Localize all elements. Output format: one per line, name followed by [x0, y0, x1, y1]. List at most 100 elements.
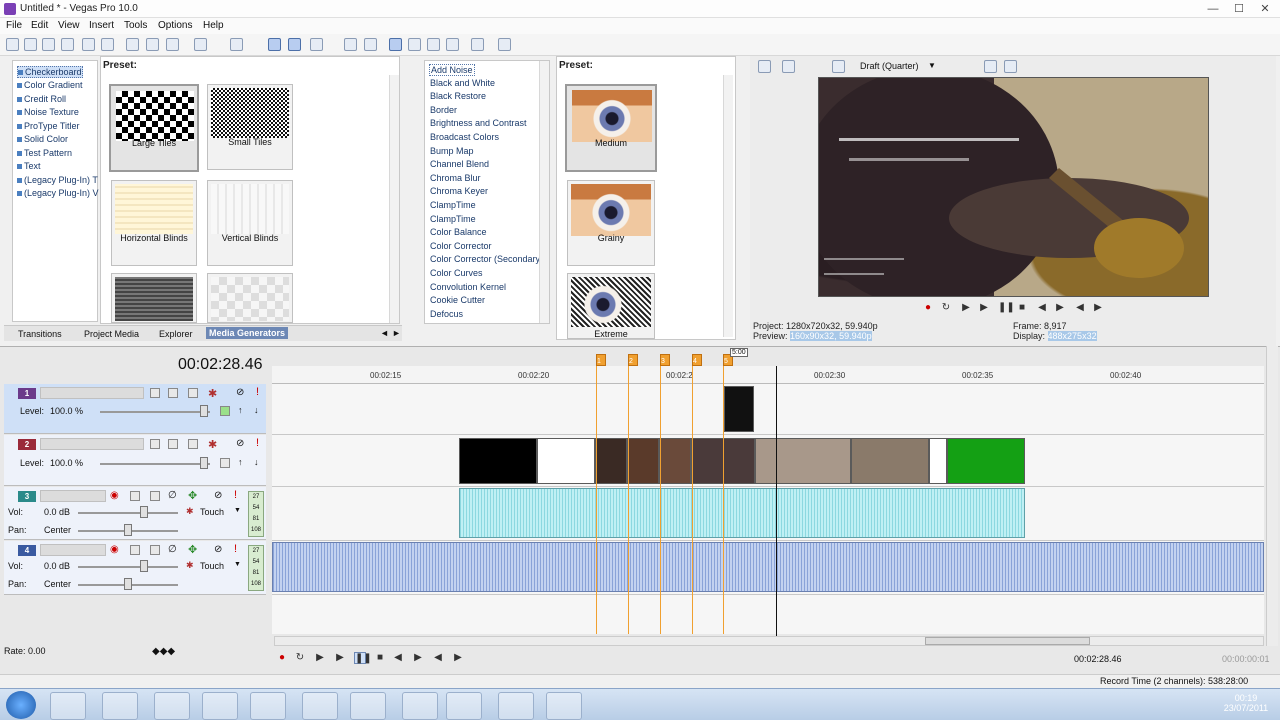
- tab-media-generators[interactable]: Media Generators: [206, 327, 289, 339]
- track-fx-icon[interactable]: [188, 388, 198, 398]
- track-header-3[interactable]: 3 ◉ ∅ ✥ ⊘ ! Vol: 0.0 dB ✱ Touch ▼ Pan: C…: [4, 487, 266, 540]
- tree-item[interactable]: (Legacy Plug-In) V: [17, 188, 99, 198]
- pan-slider-knob[interactable]: [124, 524, 132, 536]
- fx-item[interactable]: Cookie Cutter: [430, 295, 485, 305]
- preset-large-tiles[interactable]: Large Tiles: [109, 84, 199, 172]
- parent-icon[interactable]: ↑: [238, 405, 243, 415]
- level-slider[interactable]: [100, 411, 210, 413]
- fx-item[interactable]: Black Restore: [430, 91, 486, 101]
- playhead-cursor[interactable]: [776, 366, 777, 636]
- track-name-field[interactable]: [40, 438, 144, 450]
- fx-item[interactable]: ClampTime: [430, 214, 476, 224]
- preview-quality-dropdown[interactable]: Draft (Quarter): [860, 61, 919, 71]
- video-clip[interactable]: [459, 438, 537, 484]
- vol-slider[interactable]: [78, 512, 178, 514]
- timeline-marker[interactable]: 3: [660, 354, 670, 366]
- ignore-grouping-icon[interactable]: [364, 38, 377, 51]
- tree-item[interactable]: ProType Titler: [17, 121, 80, 131]
- fx-item[interactable]: Border: [430, 105, 457, 115]
- track-header-1[interactable]: 1 ✱ ⊘ ! Level: 100.0 % ↑ ↓: [4, 384, 266, 434]
- chevron-down-icon[interactable]: ▼: [928, 61, 936, 70]
- fx-item[interactable]: Add Noise: [429, 64, 475, 76]
- taskbar-skype-icon[interactable]: [350, 692, 386, 720]
- tree-item[interactable]: Checkerboard: [17, 66, 83, 78]
- gear-icon[interactable]: ✱: [208, 387, 217, 400]
- child-icon[interactable]: ↓: [254, 405, 259, 415]
- auto-crossfade-icon[interactable]: [288, 38, 301, 51]
- preset-horizontal-blinds[interactable]: Horizontal Blinds: [111, 180, 197, 266]
- copy-icon[interactable]: [146, 38, 159, 51]
- vol-slider-knob[interactable]: [140, 506, 148, 518]
- taskbar-ie-icon[interactable]: [154, 692, 190, 720]
- move-icon[interactable]: ✥: [188, 543, 197, 556]
- tree-item[interactable]: Credit Roll: [17, 94, 66, 104]
- loop-icon[interactable]: ↻: [294, 652, 306, 664]
- record-icon[interactable]: ●: [922, 302, 934, 314]
- tab-scroll-right-icon[interactable]: ►: [392, 328, 401, 338]
- compositing-mode-icon[interactable]: [220, 458, 230, 468]
- bypass-motion-blur-icon[interactable]: [150, 388, 160, 398]
- automation-gear-icon[interactable]: ✱: [186, 506, 194, 517]
- selection-tool-icon[interactable]: [427, 38, 440, 51]
- track-header-4[interactable]: 4 ◉ ∅ ✥ ⊘ ! Vol: 0.0 dB ✱ Touch ▼ Pan: C…: [4, 541, 266, 595]
- new-icon[interactable]: [6, 38, 19, 51]
- taskbar-vegas-icon[interactable]: [102, 692, 138, 720]
- normal-edit-tool-icon[interactable]: [389, 38, 402, 51]
- gear-icon[interactable]: ✱: [208, 438, 217, 451]
- fx-item[interactable]: Color Corrector: [430, 241, 492, 251]
- preset-small-tiles[interactable]: Small Tiles: [207, 84, 293, 170]
- tree-item[interactable]: Color Gradient: [17, 80, 83, 90]
- preset-medium[interactable]: Medium: [565, 84, 657, 172]
- save-icon[interactable]: [42, 38, 55, 51]
- preset-item[interactable]: [111, 273, 197, 323]
- track-fx-icon[interactable]: [130, 545, 140, 555]
- fx-item[interactable]: Convolution Kernel: [430, 282, 506, 292]
- timeline-marker[interactable]: 4: [692, 354, 702, 366]
- chevron-down-icon[interactable]: ▼: [234, 561, 241, 568]
- menu-insert[interactable]: Insert: [89, 20, 114, 31]
- maximize-button[interactable]: ☐: [1226, 0, 1252, 18]
- pause-icon[interactable]: ❚❚: [998, 302, 1015, 314]
- go-to-end-icon[interactable]: ▶: [412, 652, 424, 664]
- level-slider-knob[interactable]: [200, 405, 208, 417]
- fx-item[interactable]: Chroma Blur: [430, 173, 481, 183]
- preset-grainy[interactable]: Grainy: [567, 180, 655, 266]
- fx-item[interactable]: Color Balance: [430, 227, 487, 237]
- chevron-down-icon[interactable]: ▼: [234, 507, 241, 514]
- next-frame-icon[interactable]: ▶: [452, 652, 464, 664]
- taskbar-media-player-icon[interactable]: [50, 692, 86, 720]
- save-snapshot-icon[interactable]: [1004, 60, 1017, 73]
- video-clip[interactable]: [724, 386, 754, 432]
- menu-options[interactable]: Options: [158, 20, 192, 31]
- fx-item[interactable]: Chroma Keyer: [430, 186, 488, 196]
- previous-frame-icon[interactable]: ◀: [432, 652, 444, 664]
- open-icon[interactable]: [24, 38, 37, 51]
- play-icon[interactable]: ▶: [978, 302, 990, 314]
- previous-frame-icon[interactable]: ◀: [1074, 302, 1086, 314]
- video-clip[interactable]: [755, 438, 851, 484]
- menu-help[interactable]: Help: [203, 20, 224, 31]
- track-name-field[interactable]: [40, 544, 106, 556]
- video-clip[interactable]: [929, 438, 947, 484]
- play-from-start-icon[interactable]: ▶: [314, 652, 326, 664]
- automation-icon[interactable]: [150, 545, 160, 555]
- tab-explorer[interactable]: Explorer: [159, 329, 193, 339]
- online-help-icon[interactable]: [471, 38, 484, 51]
- mute-icon[interactable]: ⊘: [214, 490, 222, 501]
- properties-icon[interactable]: [101, 38, 114, 51]
- tree-item[interactable]: Test Pattern: [17, 148, 72, 158]
- render-icon[interactable]: [82, 38, 95, 51]
- move-icon[interactable]: ✥: [188, 489, 197, 502]
- vol-slider[interactable]: [78, 566, 178, 568]
- envelope-tool-icon[interactable]: [408, 38, 421, 51]
- vol-slider-knob[interactable]: [140, 560, 148, 572]
- minimize-button[interactable]: —: [1200, 0, 1226, 18]
- taskbar-app-icon[interactable]: [250, 692, 286, 720]
- h-scroll-thumb[interactable]: [925, 637, 1090, 645]
- menu-edit[interactable]: Edit: [31, 20, 48, 31]
- invert-phase-icon[interactable]: ∅: [168, 544, 177, 555]
- external-monitor-icon[interactable]: [782, 60, 795, 73]
- stop-icon[interactable]: ■: [1016, 302, 1028, 314]
- child-icon[interactable]: ↓: [254, 457, 259, 467]
- level-slider-knob[interactable]: [200, 457, 208, 469]
